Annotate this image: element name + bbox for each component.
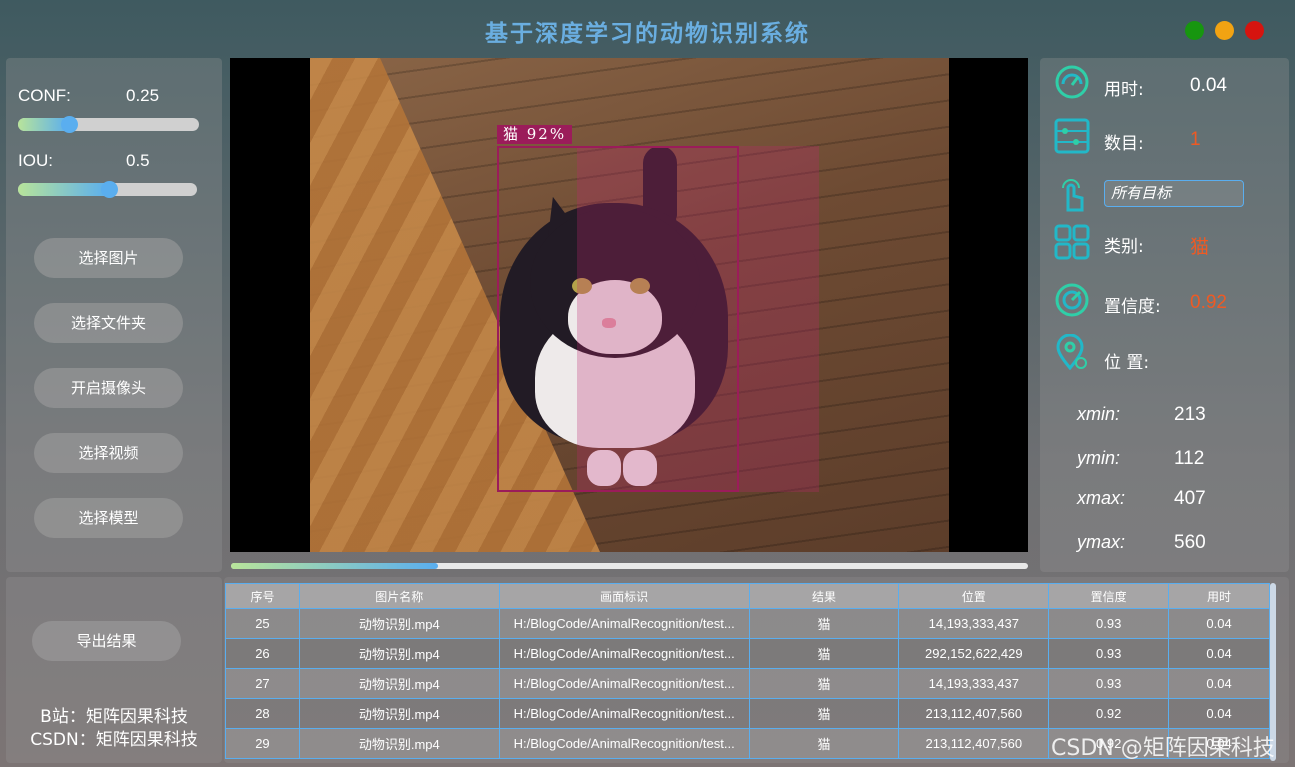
table-cell: 14,193,333,437	[898, 608, 1050, 639]
ymin-label: ymin:	[1077, 448, 1121, 468]
header-result[interactable]: 结果	[748, 583, 900, 609]
export-results-button[interactable]: 导出结果	[32, 621, 181, 661]
detection-label: 猫 92%	[497, 125, 573, 144]
close-button[interactable]	[1245, 21, 1264, 40]
conf-value: 0.25	[126, 86, 160, 105]
table-cell: 0.04	[1168, 668, 1270, 699]
table-header-row: 序号 图片名称 画面标识 结果 位置 置信度 用时	[225, 583, 1270, 609]
open-camera-button[interactable]: 开启摄像头	[34, 368, 183, 408]
conf-label: CONF:	[18, 86, 71, 105]
ymax-label: ymax:	[1077, 532, 1126, 552]
gauge-icon	[1055, 283, 1089, 317]
count-value: 1	[1190, 129, 1201, 150]
table-cell: 动物识别.mp4	[298, 608, 500, 639]
abacus-icon	[1054, 118, 1090, 154]
table-cell: 动物识别.mp4	[298, 668, 500, 699]
table-cell: 27	[225, 668, 300, 699]
ymax-value: 560	[1174, 532, 1206, 553]
select-folder-button[interactable]: 选择文件夹	[34, 303, 183, 343]
table-cell: 213,112,407,560	[898, 728, 1050, 759]
ymin-value: 112	[1174, 448, 1205, 469]
table-cell: 0.92	[1048, 698, 1170, 729]
table-cell: 0.93	[1048, 608, 1170, 639]
header-time[interactable]: 用时	[1168, 583, 1270, 609]
grid-category-icon	[1054, 224, 1090, 260]
xmax-value: 407	[1174, 488, 1206, 509]
playback-progress-bar[interactable]	[231, 563, 1028, 569]
xmin-value: 213	[1174, 404, 1206, 425]
table-cell: 28	[225, 698, 300, 729]
table-cell: 猫	[748, 638, 900, 669]
count-label: 数目:	[1104, 134, 1144, 154]
iou-value: 0.5	[126, 151, 150, 170]
table-row[interactable]: 27 动物识别.mp4 H:/BlogCode/AnimalRecognitio…	[225, 668, 1270, 699]
table-cell: 213,112,407,560	[898, 698, 1050, 729]
header-frame-id[interactable]: 画面标识	[498, 583, 750, 609]
location-pin-icon	[1056, 334, 1087, 370]
maximize-button[interactable]	[1185, 21, 1204, 40]
header-position[interactable]: 位置	[898, 583, 1050, 609]
csdn-credit: CSDN：矩阵因果科技	[30, 730, 198, 750]
target-select[interactable]: 所有目标	[1104, 180, 1244, 207]
app-title: 基于深度学习的动物识别系统	[485, 20, 810, 47]
table-cell: 14,193,333,437	[898, 668, 1050, 699]
conf-slider-handle[interactable]	[61, 116, 78, 133]
minimize-button[interactable]	[1215, 21, 1234, 40]
pointer-hand-icon	[1062, 179, 1084, 212]
table-cell: 动物识别.mp4	[298, 638, 500, 669]
table-cell: H:/BlogCode/AnimalRecognition/test...	[498, 698, 750, 729]
table-cell: 猫	[748, 608, 900, 639]
csdn-watermark: CSDN @矩阵因果科技	[1051, 736, 1275, 761]
table-cell: 猫	[748, 698, 900, 729]
conf-slider[interactable]	[18, 116, 199, 133]
table-cell: 292,152,622,429	[898, 638, 1050, 669]
iou-slider[interactable]	[18, 181, 197, 198]
iou-slider-handle[interactable]	[101, 181, 118, 198]
table-cell: H:/BlogCode/AnimalRecognition/test...	[498, 638, 750, 669]
time-label: 用时:	[1104, 80, 1144, 100]
table-row[interactable]: 28 动物识别.mp4 H:/BlogCode/AnimalRecognitio…	[225, 698, 1270, 729]
table-cell: 猫	[748, 668, 900, 699]
title-bar: 基于深度学习的动物识别系统	[0, 0, 1295, 58]
iou-slider-fill	[18, 183, 109, 196]
confidence-value: 0.92	[1190, 292, 1227, 313]
image-viewer: 猫 92%	[230, 58, 1028, 552]
class-label: 类别:	[1104, 237, 1144, 257]
table-cell: 26	[225, 638, 300, 669]
table-cell: 0.04	[1168, 608, 1270, 639]
confidence-label: 置信度:	[1104, 297, 1161, 317]
time-value: 0.04	[1190, 75, 1227, 96]
table-row[interactable]: 25 动物识别.mp4 H:/BlogCode/AnimalRecognitio…	[225, 608, 1270, 639]
table-cell: 猫	[748, 728, 900, 759]
table-cell: 0.93	[1048, 638, 1170, 669]
table-cell: H:/BlogCode/AnimalRecognition/test...	[498, 668, 750, 699]
position-label: 位 置:	[1104, 353, 1150, 373]
table-cell: 动物识别.mp4	[298, 728, 500, 759]
table-cell: 动物识别.mp4	[298, 698, 500, 729]
table-cell: 29	[225, 728, 300, 759]
xmax-label: xmax:	[1077, 488, 1126, 508]
select-model-button[interactable]: 选择模型	[34, 498, 183, 538]
table-cell: 0.93	[1048, 668, 1170, 699]
header-index[interactable]: 序号	[225, 583, 300, 609]
select-video-button[interactable]: 选择视频	[34, 433, 183, 473]
class-value: 猫	[1190, 237, 1210, 258]
select-image-button[interactable]: 选择图片	[34, 238, 183, 278]
table-cell: H:/BlogCode/AnimalRecognition/test...	[498, 608, 750, 639]
speedometer-icon	[1055, 65, 1089, 99]
xmin-label: xmin:	[1077, 404, 1121, 424]
table-cell: H:/BlogCode/AnimalRecognition/test...	[498, 728, 750, 759]
table-cell: 0.04	[1168, 638, 1270, 669]
table-cell: 0.04	[1168, 698, 1270, 729]
iou-label: IOU:	[18, 151, 53, 170]
table-row[interactable]: 26 动物识别.mp4 H:/BlogCode/AnimalRecognitio…	[225, 638, 1270, 669]
header-image-name[interactable]: 图片名称	[298, 583, 500, 609]
playback-progress-fill	[231, 563, 438, 569]
table-cell: 25	[225, 608, 300, 639]
detection-bounding-box	[497, 146, 739, 492]
header-confidence[interactable]: 置信度	[1048, 583, 1170, 609]
bilibili-credit: B站：矩阵因果科技	[40, 707, 188, 727]
